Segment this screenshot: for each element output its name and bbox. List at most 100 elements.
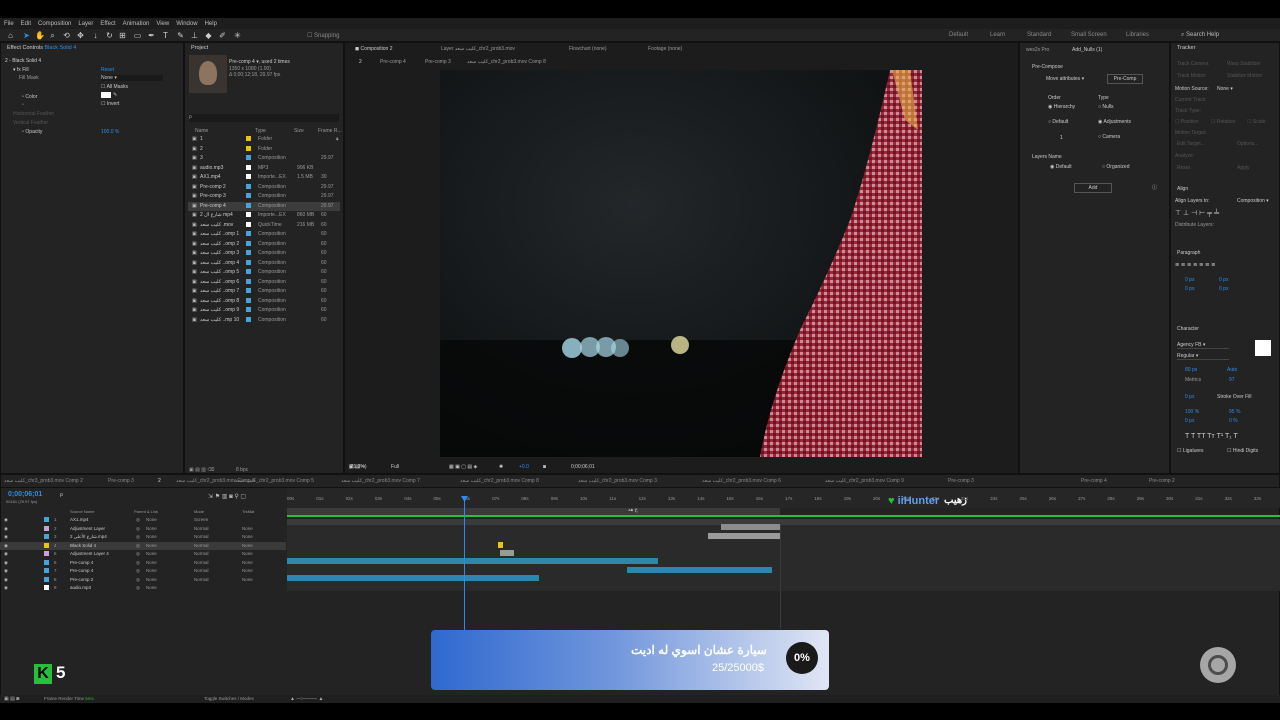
label-swatch[interactable] (246, 221, 251, 229)
eyedropper-icon[interactable]: ✎ (113, 92, 117, 98)
pickwhip-icon[interactable]: ◎ (136, 526, 140, 532)
layer-label-color[interactable] (44, 525, 49, 532)
project-item[interactable]: ▣ AX1.mp4 Importe...EX 1.5 MB 30 (188, 173, 340, 183)
tab-composition[interactable]: ◼ Composition 2 (355, 46, 393, 52)
layer-label-color[interactable] (44, 559, 49, 566)
layer-mode[interactable]: Normal (194, 534, 209, 539)
tracker-apply-button[interactable]: Apply (1237, 165, 1250, 171)
clone-tool-icon[interactable]: ⊥ (190, 31, 199, 40)
layer-parent[interactable]: None (146, 568, 157, 573)
visibility-eye-icon[interactable]: ◉ (4, 568, 8, 574)
project-item[interactable]: ▣ audio.mp3 MP3 906 KB (188, 164, 340, 174)
faux-style-buttons[interactable]: T T TT Tт T¹ T₁ T (1185, 433, 1238, 440)
clip-street[interactable] (708, 533, 781, 539)
fill-mask-dropdown[interactable]: None ▾ (101, 75, 163, 81)
exposure-value[interactable]: +0.0 (519, 464, 529, 470)
tab-footage[interactable]: Footage (none) (648, 46, 682, 52)
reset-link[interactable]: Reset (101, 67, 114, 73)
zoom-dropdown[interactable]: (71.3%) (349, 464, 367, 470)
horizontal-scale[interactable]: 95 % (1229, 409, 1240, 415)
tab-layer[interactable]: Layer كليب سعد_chr2_prob3.mov (441, 46, 515, 52)
anchor-tool-icon[interactable]: ⊞ (118, 31, 127, 40)
align-to-dropdown[interactable]: Composition ▾ (1237, 198, 1269, 204)
timeline-switch-icons[interactable]: ⇲ ⚑ ▥ ◙ ⚲ ▢ (208, 493, 246, 500)
viewer-time[interactable]: 0;00;06;01 (571, 464, 595, 470)
default-name-radio[interactable]: ◉ Default (1050, 164, 1072, 170)
lane-1[interactable] (287, 519, 1280, 525)
timeline-layer-row[interactable]: ◉ 5 Adjustment Layer 4 ◎ None Normal None (0, 550, 286, 559)
timeline-layer-row[interactable]: ◉ 1 AX1.mp4 ◎ None Screen (0, 516, 286, 525)
project-item[interactable]: ▣ Pre-comp 2 Composition 29.97 (188, 183, 340, 193)
layer-parent[interactable]: None (146, 517, 157, 522)
clip-adjustment[interactable] (721, 524, 781, 530)
timeline-layer-row[interactable]: ◉ 7 Pre-comp 4 ◎ None Normal None (0, 567, 286, 576)
timeline-tab[interactable]: كليب سعد_chr2_prob3.mov Comp 8 (460, 478, 539, 484)
space-before[interactable]: 0 px (1185, 286, 1194, 292)
color-swatch[interactable] (101, 92, 111, 98)
move-attributes-dropdown[interactable]: Move attributes ▾ (1046, 76, 1084, 82)
label-swatch[interactable] (246, 307, 251, 314)
count-stepper[interactable]: 1 (1060, 135, 1063, 141)
dolly-tool-icon[interactable]: ↓ (91, 31, 100, 40)
breadcrumb-1[interactable]: 2 (359, 59, 362, 65)
project-item[interactable]: ▣ 1 Folder (188, 135, 340, 145)
clip-precomp-2[interactable] (287, 575, 539, 581)
all-masks-checkbox[interactable]: ☐ All Masks (101, 84, 128, 90)
layer-name[interactable]: شارع الأعلى 2.mp4 (70, 534, 107, 540)
project-item[interactable]: ▣ Pre-comp 3 Composition 29.97 (188, 192, 340, 202)
clip-black-solid[interactable] (498, 542, 503, 548)
hierarchy-radio[interactable]: ◉ Hierarchy (1048, 104, 1075, 110)
layer-label-color[interactable] (44, 576, 49, 583)
menu-edit[interactable]: Edit (21, 21, 31, 27)
selection-tool-icon[interactable]: ➤ (22, 31, 31, 40)
orbit-tool-icon[interactable]: ⟲ (62, 31, 71, 40)
label-swatch[interactable] (246, 297, 251, 305)
stopwatch-icon[interactable]: ◔ (21, 102, 24, 108)
tracking[interactable]: 97 (1229, 377, 1235, 383)
layer-parent[interactable]: None (146, 543, 157, 548)
project-item[interactable]: ▣ كليب سعد ..omp 7 Composition 60 (188, 287, 340, 297)
breadcrumb-4[interactable]: كليب سعد_chr2_prob3.mov Comp 8 (467, 59, 546, 65)
pen-tool-icon[interactable]: ✒ (147, 31, 156, 40)
brush-tool-icon[interactable]: ✎ (176, 31, 185, 40)
stroke-width[interactable]: 0 px (1185, 394, 1194, 400)
timeline-layer-row[interactable]: ◉ 4 Black Solid 4 ◎ None Normal None (0, 541, 286, 550)
track-camera-button[interactable]: Track Camera (1177, 61, 1209, 67)
track-motion-button[interactable]: Track Motion (1177, 73, 1206, 79)
puppet-tool-icon[interactable]: ✳ (233, 31, 242, 40)
label-swatch[interactable] (246, 316, 251, 324)
scale-checkbox[interactable]: ☐ Scale (1247, 119, 1265, 125)
breadcrumb-3[interactable]: Pre-comp 3 (425, 59, 451, 65)
label-swatch[interactable] (246, 155, 251, 162)
project-item[interactable]: ▣ كليب سعد ..omp 8 Composition 60 (188, 297, 340, 307)
timeline-timecode[interactable]: 0;00;06;01 (8, 491, 42, 498)
rectangle-tool-icon[interactable]: ▭ (133, 31, 142, 40)
breadcrumb-2[interactable]: Pre-comp 4 (380, 59, 406, 65)
rotate-tool-icon[interactable]: ↻ (105, 31, 114, 40)
layer-parent[interactable]: None (146, 585, 157, 590)
layer-name[interactable]: Pre-comp 4 (70, 568, 93, 573)
layer-name[interactable]: Adjustment Layer (70, 526, 105, 531)
tab-add-nulls[interactable]: Add_Nulls (1) (1072, 47, 1102, 53)
project-item[interactable]: ▣ شارع ال 2 mp4 Importe...EX 860 MB 60 (188, 211, 340, 221)
pickwhip-icon[interactable]: ◎ (136, 551, 140, 557)
kerning[interactable]: Metrics (1185, 377, 1201, 383)
playhead[interactable] (464, 496, 465, 632)
layer-name[interactable]: Pre-comp 2 (70, 577, 93, 582)
project-item[interactable]: ▣ Pre-comp 4 Composition 29.97 (188, 201, 340, 211)
layer-name[interactable]: Black Solid 4 (70, 543, 96, 548)
timeline-layer-row[interactable]: ◉ 6 Pre-comp 4 ◎ None Normal None (0, 559, 286, 568)
label-swatch[interactable] (246, 136, 251, 143)
timeline-layer-row[interactable]: ◉ 2 Adjustment Layer ◎ None Normal None (0, 525, 286, 534)
menu-composition[interactable]: Composition (38, 21, 71, 27)
rotation-checkbox[interactable]: ☐ Rotation (1211, 119, 1236, 125)
label-swatch[interactable] (246, 202, 251, 210)
layer-parent[interactable]: None (146, 551, 157, 556)
visibility-eye-icon[interactable]: ◉ (4, 526, 8, 532)
bpc-label[interactable]: 8 bpc (236, 467, 248, 473)
visibility-eye-icon[interactable]: ◉ (4, 577, 8, 583)
fill-effect-label[interactable]: ▾ fx Fill (13, 67, 29, 73)
layer-label-color[interactable] (44, 568, 49, 574)
visibility-eye-icon[interactable]: ◉ (4, 543, 8, 549)
timeline-layer-row[interactable]: ◉ 9 audio.mp3 ◎ None (0, 584, 286, 593)
